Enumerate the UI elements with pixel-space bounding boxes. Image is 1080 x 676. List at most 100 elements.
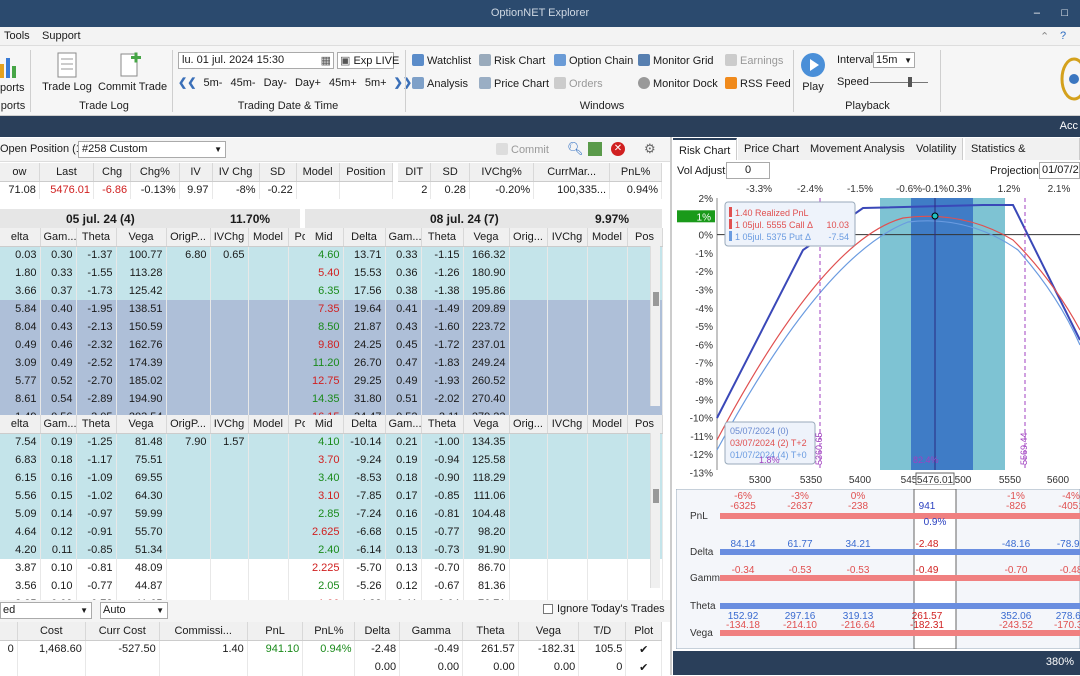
col-header[interactable]: elta — [0, 415, 41, 434]
calendar-icon[interactable]: ▦ — [321, 54, 331, 67]
exp-live-button[interactable]: ▣ Exp LIVE — [337, 52, 399, 69]
maximize-icon[interactable]: □ — [1061, 0, 1068, 27]
commit-trade-button[interactable]: Commit Trade — [98, 52, 167, 93]
export-icon[interactable] — [588, 142, 602, 156]
table-row[interactable]: 5.56 0.15 -1.02 64.30 — [0, 487, 321, 505]
table-row[interactable]: 8.61 0.54 -2.89 194.90 — [0, 390, 321, 408]
table-row[interactable]: 0.030.30-1.37100.776.800.65-1 — [0, 246, 321, 264]
col-header[interactable]: Pos — [627, 228, 663, 247]
tab-movement-analysis[interactable]: Movement Analysis — [804, 138, 912, 160]
table-row[interactable]: 3.87 0.10 -0.81 48.09 — [0, 559, 321, 577]
table-row[interactable]: 0.00 0.00 0.00 0.00 0 ✔ — [0, 658, 662, 676]
col-header[interactable]: T/D — [578, 622, 627, 641]
step-forward-icon[interactable]: ❯❯ — [394, 77, 412, 89]
vol-adjust-input[interactable]: 0 — [726, 162, 770, 179]
col-header[interactable]: Theta — [76, 415, 117, 434]
table-row[interactable]: 3.10 -7.85 0.17 -0.85 111.06 — [305, 487, 663, 505]
table-row[interactable]: 6.15 0.16 -1.09 69.55 — [0, 469, 321, 487]
table-row[interactable]: 3.66 0.37 -1.73 125.42 — [0, 282, 321, 300]
table-row[interactable]: 8.04 0.43 -2.13 150.59 — [0, 318, 321, 336]
col-header[interactable]: Theta — [421, 415, 464, 434]
table-row[interactable]: 2.625 -6.68 0.15 -0.77 98.20 — [305, 523, 663, 541]
col-header[interactable]: Model — [587, 415, 628, 434]
col-header[interactable]: Delta — [343, 228, 386, 247]
table-row[interactable]: 3.70 -9.24 0.19 -0.94 125.58 — [305, 451, 663, 469]
table-row[interactable]: 5.09 0.14 -0.97 59.99 — [0, 505, 321, 523]
col-header[interactable]: Gam... — [40, 228, 77, 247]
col-header[interactable]: Mid — [305, 228, 344, 247]
table-row[interactable]: 4.64 0.12 -0.91 55.70 — [0, 523, 321, 541]
col-header[interactable]: Model — [248, 415, 289, 434]
watchlist-button[interactable]: Watchlist — [412, 54, 471, 67]
col-header[interactable]: Vega — [518, 622, 580, 641]
col-header[interactable]: Vega — [116, 228, 167, 247]
col-header[interactable]: Plot — [625, 622, 662, 641]
table-row[interactable]: 8.50 21.87 0.43 -1.60 223.72 — [305, 318, 663, 336]
position-select[interactable]: #258 Custom ▼ — [78, 141, 226, 158]
table-row[interactable]: 1.80 0.33 -1.55 113.28 — [0, 264, 321, 282]
step-5m-back[interactable]: 5m- — [204, 77, 223, 89]
table-row[interactable]: 5.40 15.53 0.36 -1.26 180.90 — [305, 264, 663, 282]
step-day-fwd[interactable]: Day+ — [295, 77, 321, 89]
calls-scrollbar[interactable] — [650, 246, 660, 406]
table-row[interactable]: 6.83 0.18 -1.17 75.51 — [0, 451, 321, 469]
analysis-button[interactable]: Analysis — [412, 77, 468, 90]
commit-button[interactable]: Commit — [496, 143, 549, 156]
table-row[interactable]: 2.225 -5.70 0.13 -0.70 86.70 — [305, 559, 663, 577]
tab-risk-chart[interactable]: Risk Chart — [673, 138, 738, 160]
table-row[interactable]: 2.40 -6.14 0.13 -0.73 91.90 — [305, 541, 663, 559]
table-row[interactable]: 7.540.19-1.2581.487.901.57-1 — [0, 433, 321, 451]
monitor-grid-button[interactable]: Monitor Grid — [638, 54, 714, 67]
menu-tools[interactable]: Tools — [4, 30, 30, 42]
ignore-trades-checkbox[interactable] — [543, 604, 553, 614]
col-header[interactable]: Model — [587, 228, 628, 247]
col-header[interactable]: Commissi... — [159, 622, 248, 641]
col-header[interactable]: Gam... — [385, 415, 422, 434]
collapse-ribbon-icon[interactable]: ⌃ — [1040, 30, 1049, 43]
minimize-icon[interactable]: – — [1034, 0, 1040, 27]
option-chain-button[interactable]: Option Chain — [554, 54, 633, 67]
gear-icon[interactable]: ⚙ — [644, 141, 656, 157]
col-header[interactable]: Model — [248, 228, 289, 247]
col-header[interactable]: Vega — [116, 415, 167, 434]
step-45m-fwd[interactable]: 45m+ — [329, 77, 357, 89]
interval-select[interactable]: 15m ▼ — [873, 52, 915, 68]
table-row[interactable]: 3.40 -8.53 0.18 -0.90 118.29 — [305, 469, 663, 487]
step-back-icon[interactable]: ❮❮ — [178, 77, 196, 89]
col-header[interactable]: Vega — [463, 415, 510, 434]
tab-statistics[interactable]: Statistics & Fundamenta — [965, 138, 1080, 160]
col-header[interactable]: Gam... — [40, 415, 77, 434]
reports-button[interactable]: ports — [0, 54, 24, 94]
col-header[interactable]: Theta — [76, 228, 117, 247]
col-header[interactable]: PnL% — [302, 622, 356, 641]
col-header[interactable] — [0, 622, 18, 641]
col-header[interactable]: OrigP... — [166, 228, 211, 247]
step-5m-fwd[interactable]: 5m+ — [365, 77, 387, 89]
table-row[interactable]: 6.35 17.56 0.38 -1.38 195.86 — [305, 282, 663, 300]
col-header[interactable]: Gam... — [385, 228, 422, 247]
tab-price-chart[interactable]: Price Chart — [738, 138, 807, 160]
tab-volatility[interactable]: Volatility — [910, 138, 964, 160]
orders-button[interactable]: Orders — [554, 77, 603, 90]
earnings-button[interactable]: Earnings — [725, 54, 783, 67]
monitor-dock-button[interactable]: Monitor Dock — [638, 77, 718, 90]
table-row[interactable]: 4.10 -10.14 0.21 -1.00 134.35 — [305, 433, 663, 451]
risk-chart-button[interactable]: Risk Chart — [479, 54, 545, 67]
table-row[interactable]: 7.35 19.64 0.41 -1.49 209.89 — [305, 300, 663, 318]
speed-slider[interactable] — [870, 77, 932, 87]
filter-select[interactable]: ed ▼ — [0, 602, 92, 619]
col-header[interactable]: PnL — [247, 622, 304, 641]
col-header[interactable]: Delta — [343, 415, 386, 434]
table-row[interactable]: 5.84 0.40 -1.95 138.51 — [0, 300, 321, 318]
table-row[interactable]: 4.60 13.71 0.33 -1.15 166.32 — [305, 246, 663, 264]
help-icon[interactable]: ? — [1060, 30, 1066, 42]
col-header[interactable]: Mid — [305, 415, 344, 434]
step-day-back[interactable]: Day- — [264, 77, 287, 89]
col-header[interactable]: Curr Cost — [85, 622, 160, 641]
mode-select[interactable]: Auto ▼ — [100, 602, 168, 619]
col-header[interactable]: IVChg — [547, 228, 588, 247]
col-header[interactable]: Gamma — [399, 622, 464, 641]
projection-date-input[interactable]: 01/07/20 — [1039, 162, 1080, 179]
col-header[interactable]: Delta — [354, 622, 401, 641]
rss-feed-button[interactable]: RSS Feed — [725, 77, 791, 90]
